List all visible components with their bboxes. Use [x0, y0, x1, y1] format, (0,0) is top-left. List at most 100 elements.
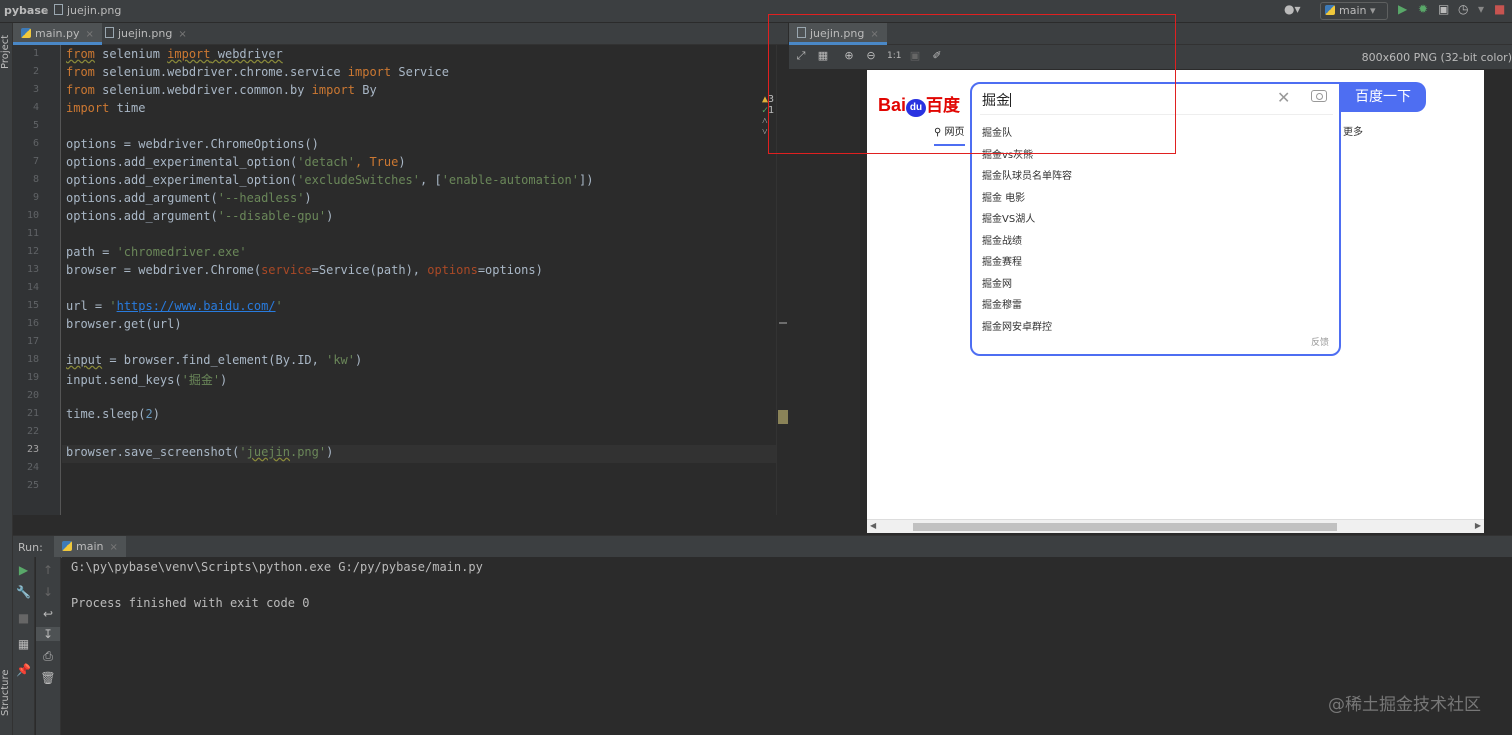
image-file-icon	[105, 27, 114, 38]
run-console[interactable]: G:\py\pybase\venv\Scripts\python.exe G:/…	[62, 557, 1512, 735]
close-icon[interactable]: ×	[85, 29, 93, 40]
line-number: 10	[26, 210, 39, 221]
breadcrumb-project[interactable]: pybase	[4, 4, 48, 17]
camera-icon[interactable]	[1311, 90, 1327, 102]
suggestion-item[interactable]: 掘金网	[982, 275, 1012, 290]
code-line: from selenium.webdriver.common.by import…	[66, 83, 377, 97]
left-tool-strip: Project Structure	[0, 23, 13, 735]
code-line: options.add_argument('--headless')	[66, 191, 312, 205]
run-configuration-select[interactable]: main ▾	[1320, 2, 1388, 20]
line-number: 22	[26, 426, 39, 437]
suggestion-item[interactable]: 掘金穆雷	[982, 296, 1022, 311]
chevron-down-icon[interactable]: ▾	[1478, 2, 1484, 16]
line-number: 6	[32, 138, 39, 149]
code-line: import time	[66, 101, 146, 115]
coverage-icon[interactable]: ▣	[1438, 2, 1449, 16]
python-icon	[62, 541, 72, 551]
image-info: 800x600 PNG (32-bit color)	[1361, 51, 1512, 64]
suggestion-item[interactable]: 掘金VS湖人	[982, 210, 1035, 225]
print-icon[interactable]: ⎙	[36, 649, 60, 664]
wrench-icon[interactable]: 🔧	[13, 585, 34, 599]
trash-icon[interactable]: 🗑	[36, 671, 60, 685]
code-line: options = webdriver.ChromeOptions()	[66, 137, 319, 151]
suggestion-item[interactable]: 掘金队球员名单阵容	[982, 167, 1072, 182]
line-number: 17	[26, 336, 39, 347]
rerun-icon[interactable]: ▶	[13, 563, 34, 577]
run-toolbar: ▶ 🔧 ■ ▦ 📌	[13, 557, 35, 735]
code-line: time.sleep(2)	[66, 407, 160, 421]
code-editor[interactable]: ▲3 ✓1 ˄ ˅ from selenium import webdriver…	[62, 45, 776, 515]
watermark: @稀土掘金技术社区	[1328, 695, 1481, 715]
baidu-search-button[interactable]: 百度一下	[1340, 82, 1426, 112]
scroll-to-end-icon[interactable]: ↧	[36, 627, 60, 641]
line-number: 5	[32, 120, 39, 131]
scroll-marker-warning	[778, 410, 788, 424]
console-toolbar: ↑ ↓ ↩ ↧ ⎙ 🗑	[36, 557, 61, 735]
line-number: 2	[32, 66, 39, 77]
layout-icon[interactable]: ▦	[13, 637, 34, 651]
line-number: 1	[32, 48, 39, 59]
line-number: 12	[26, 246, 39, 257]
scroll-left-icon[interactable]: ◀	[870, 521, 876, 530]
tab-label: juejin.png	[118, 27, 173, 40]
close-icon[interactable]: ×	[178, 29, 186, 40]
debug-icon[interactable]: ✹	[1418, 2, 1428, 16]
chevron-up-icon[interactable]: ˄	[762, 116, 768, 127]
suggestion-item[interactable]: 掘金 电影	[982, 189, 1025, 204]
run-label: Run:	[18, 541, 43, 554]
chevron-down-icon[interactable]: ˅	[762, 127, 768, 138]
run-panel-header: Run: main ×	[13, 535, 1512, 558]
code-line: options.add_experimental_option('detach'…	[66, 155, 406, 169]
arrow-down-icon[interactable]: ↓	[36, 585, 60, 599]
code-line: input.send_keys('掘金')	[66, 373, 228, 387]
image-file-icon	[54, 4, 63, 15]
soft-wrap-icon[interactable]: ↩	[36, 607, 60, 621]
suggestion-item[interactable]: 掘金赛程	[982, 253, 1022, 268]
user-icon[interactable]: ●▾	[1284, 2, 1301, 16]
profile-icon[interactable]: ◷	[1458, 2, 1468, 16]
line-number: 11	[26, 228, 39, 239]
pin-icon[interactable]: 📌	[13, 663, 34, 677]
run-icon[interactable]: ▶	[1398, 2, 1407, 16]
run-tab-main[interactable]: main ×	[54, 536, 126, 558]
line-number: 14	[26, 282, 39, 293]
line-number: 9	[32, 192, 39, 203]
project-tool-window-button[interactable]: Project	[0, 27, 13, 77]
suggestion-item[interactable]: 掘金战绩	[982, 232, 1022, 247]
arrow-up-icon[interactable]: ↑	[36, 563, 60, 577]
code-line: path = 'chromedriver.exe'	[66, 245, 247, 259]
tab-main-py[interactable]: main.py ×	[13, 23, 102, 45]
feedback-link[interactable]: 反馈	[1311, 335, 1329, 348]
image-horizontal-scrollbar[interactable]: ◀ ▶	[867, 519, 1484, 533]
clear-icon[interactable]: ✕	[1277, 88, 1290, 107]
line-number: 24	[26, 462, 39, 473]
breadcrumb-file[interactable]: juejin.png	[54, 4, 121, 17]
line-number-current: 23	[26, 444, 39, 455]
navigation-bar: pybase › juejin.png ●▾ main ▾ ▶ ✹ ▣ ◷ ▾ …	[0, 0, 1512, 23]
tab-juejin-png[interactable]: juejin.png ×	[97, 23, 195, 45]
suggestion-item[interactable]: 掘金网安卓群控	[982, 318, 1052, 333]
breadcrumb-file-label: juejin.png	[67, 4, 122, 17]
stop-icon[interactable]: ■	[1494, 2, 1505, 16]
close-icon[interactable]: ×	[109, 542, 117, 553]
scroll-right-icon[interactable]: ▶	[1475, 521, 1481, 530]
code-line: browser.get(url)	[66, 317, 182, 331]
line-number-gutter: 1 2 3 4 5 6 7 8 9 10 11 12 13 14 15 16 1…	[13, 45, 61, 515]
stop-icon[interactable]: ■	[13, 611, 34, 625]
line-number: 18	[26, 354, 39, 365]
line-number: 25	[26, 480, 39, 491]
code-line: input = browser.find_element(By.ID, 'kw'…	[66, 353, 363, 367]
line-number: 8	[32, 174, 39, 185]
line-number: 3	[32, 84, 39, 95]
line-number: 4	[32, 102, 39, 113]
code-line: from selenium.webdriver.chrome.service i…	[66, 65, 449, 79]
line-number: 19	[26, 372, 39, 383]
code-line: from selenium import webdriver	[66, 47, 283, 61]
line-number: 15	[26, 300, 39, 311]
breadcrumb-separator: ›	[44, 4, 49, 17]
structure-tool-window-button[interactable]: Structure	[0, 663, 13, 723]
baidu-tab-more[interactable]: 更多	[1343, 123, 1363, 138]
run-configuration-label: main	[1339, 4, 1367, 17]
scroll-thumb[interactable]	[913, 523, 1337, 531]
code-line: options.add_experimental_option('exclude…	[66, 173, 594, 187]
